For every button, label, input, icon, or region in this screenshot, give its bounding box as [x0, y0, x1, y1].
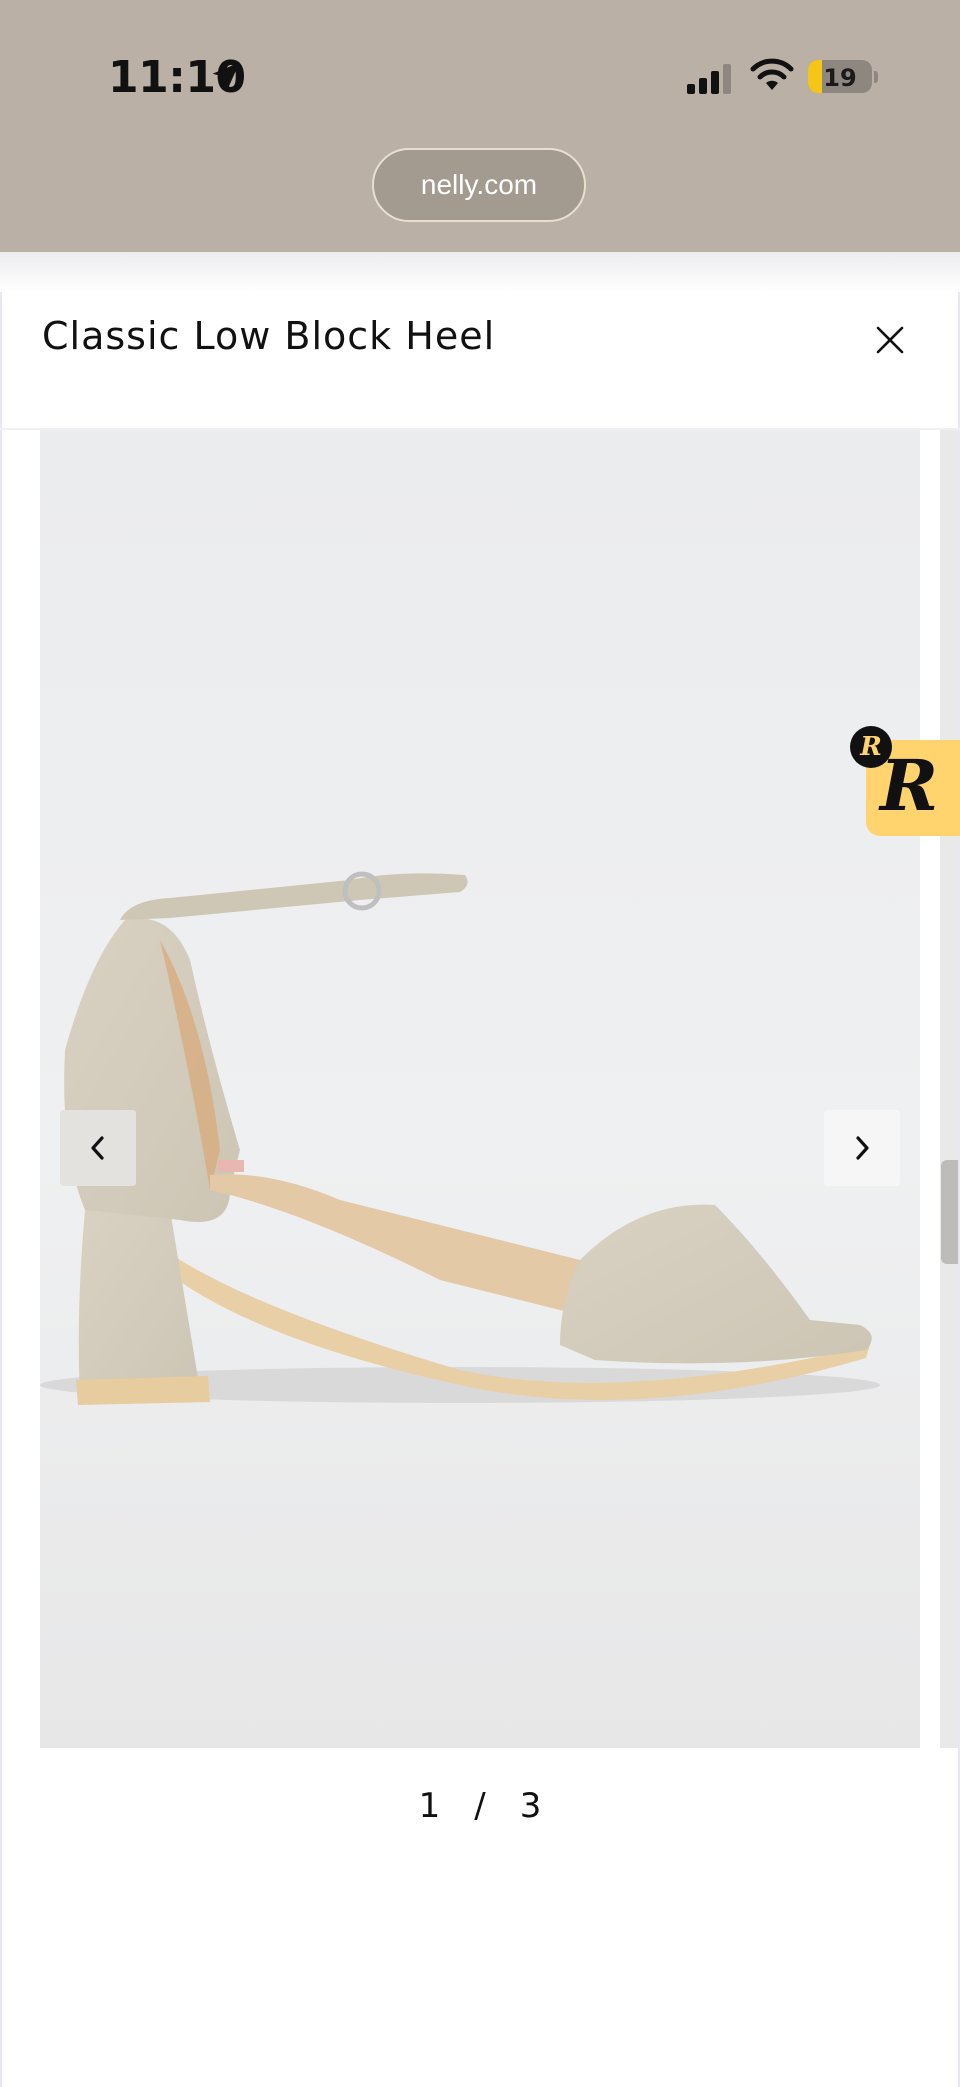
current-image-number: 1 [418, 1786, 441, 1826]
battery-icon: 19 [808, 60, 872, 93]
wifi-icon [750, 58, 794, 90]
sandal-image [40, 430, 920, 1748]
product-title: Classic Low Block Heel [42, 314, 496, 358]
product-image[interactable] [40, 430, 920, 1748]
image-counter: 1 / 3 [0, 1786, 960, 1826]
next-image-edge [941, 1160, 958, 1264]
chevron-left-icon [91, 1136, 104, 1160]
counter-separator: / [474, 1786, 486, 1826]
sheet-shadow [0, 252, 960, 292]
next-image-button[interactable] [824, 1110, 900, 1186]
url-bar[interactable]: nelly.com [372, 148, 586, 222]
close-icon[interactable] [872, 322, 908, 358]
next-image-peek [940, 430, 958, 1748]
chevron-right-icon [856, 1136, 869, 1160]
battery-level: 19 [823, 64, 857, 92]
previous-image-button[interactable] [60, 1110, 136, 1186]
badge-mini-icon: R [850, 726, 892, 768]
cellular-signal-icon [687, 64, 731, 94]
location-arrow-icon [212, 62, 240, 90]
battery-cap [874, 71, 878, 83]
total-image-count: 3 [519, 1786, 542, 1826]
